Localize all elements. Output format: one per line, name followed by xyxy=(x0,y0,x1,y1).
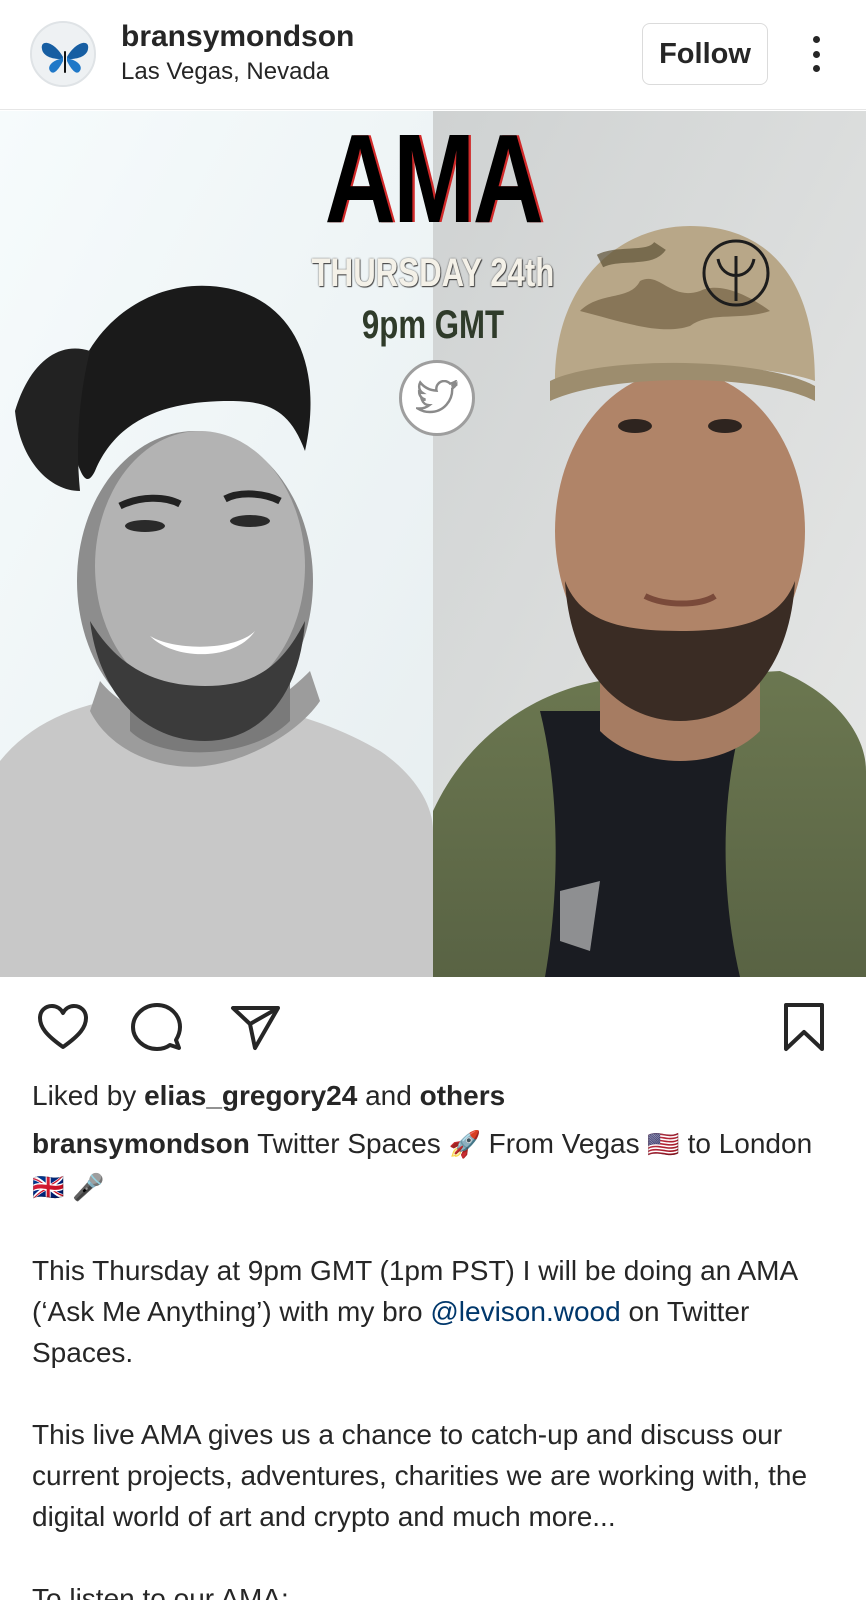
more-dot xyxy=(812,65,820,72)
more-dot xyxy=(812,50,820,58)
follow-button[interactable]: Follow xyxy=(642,23,768,85)
post-header: bransymondson Las Vegas, Nevada Follow xyxy=(0,0,866,110)
butterfly-icon xyxy=(32,23,94,85)
microphone-emoji: 🎤 xyxy=(72,1173,105,1203)
ama-title: AMA xyxy=(324,111,544,249)
caption-paragraph-1: This Thursday at 9pm GMT (1pm PST) I wil… xyxy=(32,1250,832,1373)
profile-avatar[interactable] xyxy=(30,21,96,87)
us-flag-emoji: 🇺🇸 xyxy=(647,1130,680,1160)
comment-icon[interactable] xyxy=(129,1000,183,1054)
post-location[interactable]: Las Vegas, Nevada xyxy=(121,58,329,86)
likes-others[interactable]: others xyxy=(420,1080,506,1111)
caption-text: Twitter Spaces xyxy=(257,1128,441,1159)
likes-middle: and xyxy=(365,1080,412,1111)
post-username[interactable]: bransymondson xyxy=(121,20,354,54)
caption-paragraph-3: To listen to our AMA: xyxy=(32,1583,289,1600)
more-dot xyxy=(812,36,820,43)
uk-flag-emoji: 🇬🇧 xyxy=(32,1173,65,1203)
likes-prefix: Liked by xyxy=(32,1080,137,1111)
heart-icon[interactable] xyxy=(36,1000,90,1054)
ama-time: 9pm GMT xyxy=(361,303,505,347)
post-actions xyxy=(0,977,866,1057)
liked-by-user[interactable]: elias_gregory24 xyxy=(144,1080,357,1111)
send-icon[interactable] xyxy=(228,1000,282,1054)
bookmark-icon[interactable] xyxy=(777,1000,831,1054)
caption-text: to xyxy=(687,1128,711,1159)
mention-link[interactable]: @levison.wood xyxy=(430,1296,620,1327)
caption-text: From Vegas xyxy=(488,1128,640,1159)
likes-summary[interactable]: Liked by elias_gregory24 and others xyxy=(32,1080,505,1112)
post-image[interactable]: AMA THURSDAY 24th 9pm GMT xyxy=(0,111,866,977)
caption-paragraph-2: This live AMA gives us a chance to catch… xyxy=(32,1419,808,1532)
caption-username[interactable]: bransymondson xyxy=(32,1128,250,1159)
ama-day: THURSDAY 24th xyxy=(311,251,555,295)
post-caption: bransymondson Twitter Spaces 🚀 From Vega… xyxy=(32,1123,832,1600)
rocket-emoji: 🚀 xyxy=(448,1130,481,1160)
twitter-bird-icon xyxy=(399,360,475,436)
caption-text: London xyxy=(718,1128,813,1159)
caption-line-1: bransymondson Twitter Spaces 🚀 From Vega… xyxy=(32,1123,832,1209)
more-vertical-icon[interactable] xyxy=(800,30,832,78)
